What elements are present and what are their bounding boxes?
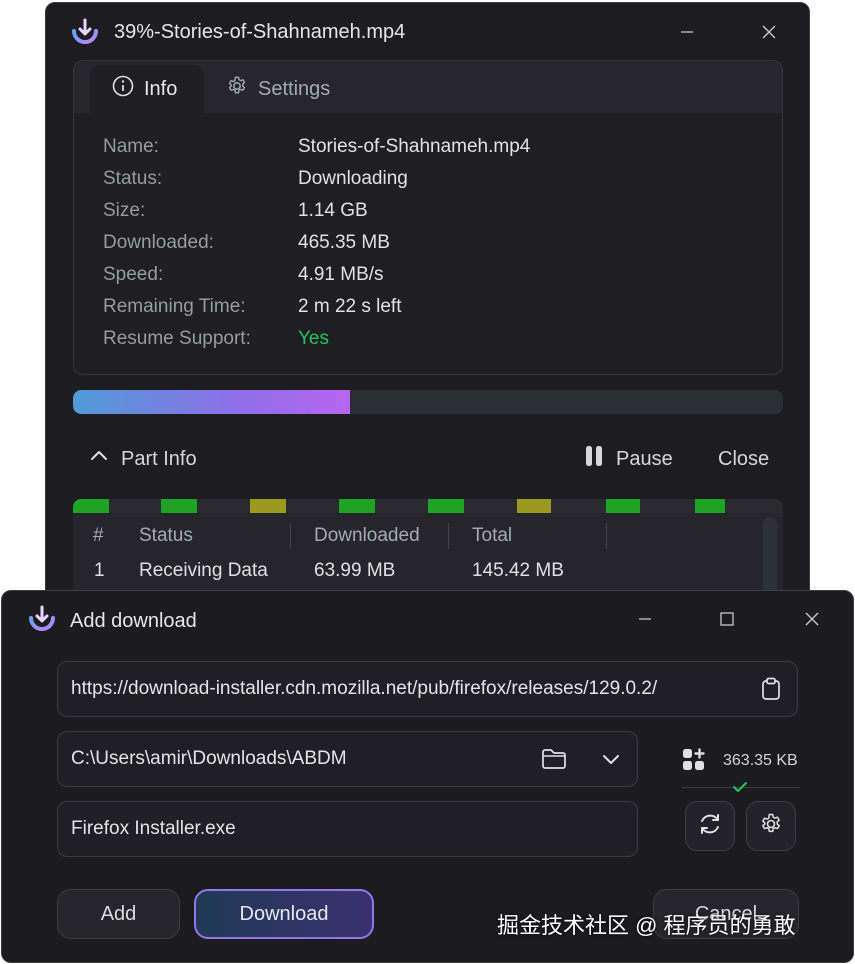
resume-value: Yes (298, 328, 329, 349)
folder-path-input[interactable]: C:\Users\amir\Downloads\ABDM (57, 731, 638, 787)
folder-path-value: C:\Users\amir\Downloads\ABDM (71, 748, 347, 769)
paste-clipboard-icon[interactable] (758, 676, 784, 702)
tab-info[interactable]: Info (90, 65, 204, 113)
window-title: Add download (70, 610, 197, 632)
gear-icon (226, 75, 248, 103)
column-header-number: # (93, 525, 104, 546)
minimize-button[interactable] (672, 17, 702, 47)
pause-icon (584, 445, 604, 473)
title-bar: 39%-Stories-of-Shahnameh.mp4 (46, 3, 809, 61)
progress-bar-fill (73, 390, 350, 414)
row-status: Receiving Data (139, 560, 268, 581)
remaining-value: 2 m 22 s left (298, 296, 402, 317)
column-header-status: Status (139, 525, 193, 546)
name-value: Stories-of-Shahnameh.mp4 (298, 136, 531, 157)
status-value: Downloading (298, 168, 408, 189)
tab-info-label: Info (144, 77, 178, 100)
row-total: 145.42 MB (472, 560, 564, 581)
download-progress-window: 39%-Stories-of-Shahnameh.mp4 Info Settin… (45, 2, 810, 622)
file-name-value: Firefox Installer.exe (71, 818, 236, 839)
refresh-button[interactable] (685, 801, 735, 851)
refresh-icon (697, 811, 723, 842)
column-header-downloaded: Downloaded (314, 525, 420, 546)
app-grid-icon (682, 748, 706, 777)
add-button[interactable]: Add (57, 889, 180, 939)
close-window-button[interactable] (797, 604, 827, 634)
tab-settings-label: Settings (258, 77, 331, 100)
close-window-button[interactable] (754, 17, 784, 47)
tab-strip: Info Settings (74, 61, 782, 113)
tab-settings[interactable]: Settings (224, 65, 330, 113)
close-label: Close (718, 447, 770, 470)
segment-strip (73, 499, 783, 513)
pause-label: Pause (616, 447, 673, 470)
column-divider (290, 523, 291, 549)
maximize-button[interactable] (712, 604, 742, 634)
app-logo-icon (27, 604, 57, 634)
app-logo-icon (70, 17, 100, 47)
window-title: 39%-Stories-of-Shahnameh.mp4 (114, 21, 406, 43)
part-info-bar: Part Info Pause Close (73, 433, 783, 485)
column-header-total: Total (472, 525, 513, 546)
segment (73, 499, 109, 513)
url-value: https://download-installer.cdn.mozilla.n… (71, 678, 658, 699)
segment (606, 499, 640, 513)
speed-value: 4.91 MB/s (298, 264, 384, 285)
progress-bar (73, 390, 783, 414)
resume-label: Resume Support: (103, 328, 251, 349)
download-settings-button[interactable] (746, 801, 796, 851)
segment (339, 499, 375, 513)
downloaded-value: 465.35 MB (298, 232, 390, 253)
file-size-value: 363.35 KB (723, 752, 798, 769)
size-label: Size: (103, 200, 146, 221)
minimize-button[interactable] (630, 604, 660, 634)
name-label: Name: (103, 136, 159, 157)
segment (695, 499, 725, 513)
watermark: 掘金技术社区 @ 程序员的勇敢 (497, 913, 796, 938)
close-button[interactable]: Close (718, 433, 769, 485)
url-input[interactable]: https://download-installer.cdn.mozilla.n… (57, 661, 798, 717)
check-icon (732, 780, 748, 798)
chevron-up-icon (89, 446, 109, 472)
status-label: Status: (103, 168, 163, 189)
column-divider (448, 523, 449, 549)
row-downloaded: 63.99 MB (314, 560, 396, 581)
gear-icon (759, 812, 783, 841)
remaining-label: Remaining Time: (103, 296, 246, 317)
segment (250, 499, 286, 513)
speed-label: Speed: (103, 264, 164, 285)
segment (428, 499, 464, 513)
folder-icon[interactable] (540, 746, 568, 772)
info-panel: Info Settings Name: Stories-of-Shahnameh… (73, 60, 783, 375)
part-info-toggle[interactable]: Part Info (89, 433, 197, 485)
pause-button[interactable]: Pause (584, 433, 673, 485)
title-bar: Add download (2, 591, 853, 649)
column-divider (606, 523, 607, 549)
row-number: 1 (94, 560, 105, 581)
download-button[interactable]: Download (194, 889, 374, 939)
file-name-input[interactable]: Firefox Installer.exe (57, 801, 638, 857)
size-value: 1.14 GB (298, 200, 368, 221)
segment (517, 499, 551, 513)
segment (161, 499, 197, 513)
part-info-label: Part Info (121, 447, 197, 470)
downloaded-label: Downloaded: (103, 232, 214, 253)
info-icon (112, 75, 134, 103)
chevron-down-icon[interactable] (598, 746, 624, 772)
